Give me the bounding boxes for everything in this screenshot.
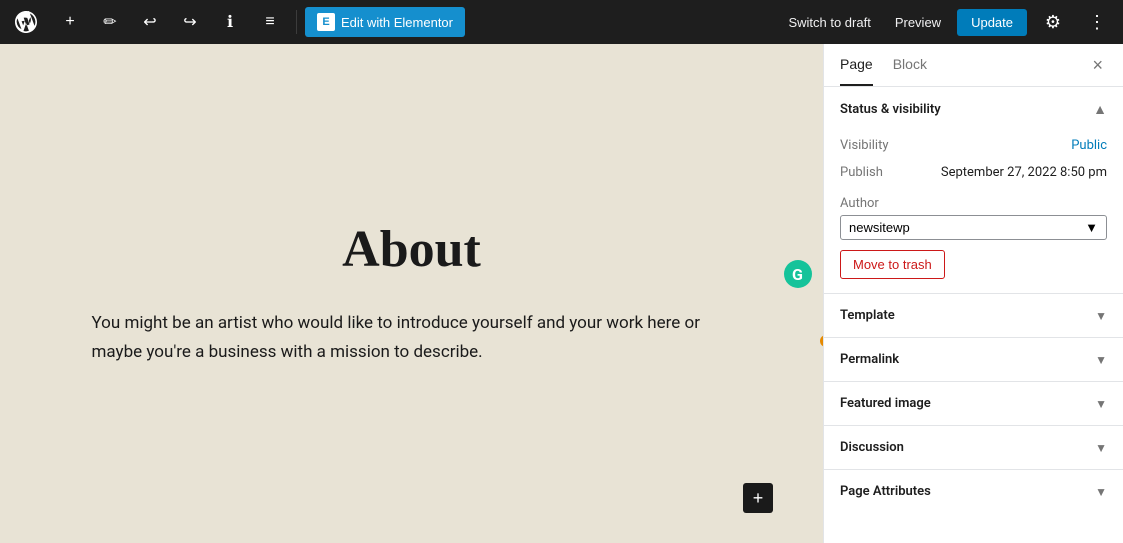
visibility-label: Visibility — [840, 138, 889, 153]
publish-label: Publish — [840, 165, 883, 180]
template-section-header[interactable]: Template ▼ — [824, 294, 1123, 338]
visibility-row: Visibility Public — [840, 132, 1107, 159]
list-view-button[interactable]: ≡ — [252, 4, 288, 40]
page-attributes-title: Page Attributes — [840, 484, 931, 499]
switch-to-draft-button[interactable]: Switch to draft — [780, 11, 878, 34]
author-section: Author newsitewp ▼ — [840, 192, 1107, 240]
add-block-toolbar-button[interactable]: + — [52, 4, 88, 40]
elementor-button-label: Edit with Elementor — [341, 15, 453, 30]
toolbar-divider — [296, 10, 297, 34]
discussion-title: Discussion — [840, 440, 904, 455]
permalink-chevron: ▼ — [1095, 353, 1107, 367]
status-visibility-content: Visibility Public Publish September 27, … — [824, 132, 1123, 293]
tab-page[interactable]: Page — [840, 44, 873, 86]
publish-value[interactable]: September 27, 2022 8:50 pm — [941, 165, 1107, 180]
status-visibility-title: Status & visibility — [840, 102, 941, 117]
move-to-trash-button[interactable]: Move to trash — [840, 250, 945, 279]
author-label: Author — [840, 196, 879, 211]
featured-image-section-header[interactable]: Featured image ▼ — [824, 382, 1123, 426]
discussion-section-header[interactable]: Discussion ▼ — [824, 426, 1123, 470]
page-attributes-chevron: ▼ — [1095, 485, 1107, 499]
more-options-button[interactable]: ⋮ — [1079, 4, 1115, 40]
settings-button[interactable]: ⚙ — [1035, 4, 1071, 40]
page-attributes-section-header[interactable]: Page Attributes ▼ — [824, 470, 1123, 513]
undo-button[interactable]: ↩ — [132, 4, 168, 40]
toolbar-right: Switch to draft Preview Update ⚙ ⋮ — [780, 4, 1115, 40]
page-body-text[interactable]: You might be an artist who would like to… — [92, 309, 732, 367]
grammarly-icon: G — [784, 260, 812, 288]
status-visibility-section: Status & visibility ▲ Visibility Public … — [824, 87, 1123, 294]
wordpress-logo[interactable] — [8, 4, 44, 40]
sidebar-panel: Page Block × Status & visibility ▲ Visib… — [823, 44, 1123, 543]
tab-block[interactable]: Block — [893, 44, 927, 86]
sidebar-close-button[interactable]: × — [1088, 51, 1107, 80]
info-button[interactable]: ℹ — [212, 4, 248, 40]
status-visibility-header[interactable]: Status & visibility ▲ — [824, 87, 1123, 132]
add-block-canvas-button[interactable]: + — [743, 483, 773, 513]
permalink-title: Permalink — [840, 352, 899, 367]
editor-canvas[interactable]: About You might be an artist who would l… — [0, 44, 823, 543]
template-title: Template — [840, 308, 895, 323]
featured-image-chevron: ▼ — [1095, 397, 1107, 411]
permalink-section-header[interactable]: Permalink ▼ — [824, 338, 1123, 382]
author-select[interactable]: newsitewp ▼ — [840, 215, 1107, 240]
sidebar-tabs: Page Block × — [824, 44, 1123, 87]
author-select-chevron: ▼ — [1085, 220, 1098, 235]
redo-button[interactable]: ↪ — [172, 4, 208, 40]
page-content-area: About You might be an artist who would l… — [72, 180, 752, 407]
orange-dot-indicator — [820, 335, 824, 347]
page-title[interactable]: About — [92, 220, 732, 279]
template-chevron: ▼ — [1095, 309, 1107, 323]
discussion-chevron: ▼ — [1095, 441, 1107, 455]
status-visibility-chevron: ▲ — [1093, 101, 1107, 118]
elementor-icon: E — [317, 13, 335, 31]
publish-row: Publish September 27, 2022 8:50 pm — [840, 159, 1107, 186]
edit-with-elementor-button[interactable]: E Edit with Elementor — [305, 7, 465, 37]
author-select-value: newsitewp — [849, 220, 910, 235]
toolbar-left: + ✏ ↩ ↪ ℹ ≡ E Edit with Elementor — [8, 4, 465, 40]
visibility-value[interactable]: Public — [1071, 138, 1107, 153]
main-area: About You might be an artist who would l… — [0, 44, 1123, 543]
pen-button[interactable]: ✏ — [92, 4, 128, 40]
toolbar: + ✏ ↩ ↪ ℹ ≡ E Edit with Elementor Switch… — [0, 0, 1123, 44]
preview-button[interactable]: Preview — [887, 11, 949, 34]
update-button[interactable]: Update — [957, 9, 1027, 36]
featured-image-title: Featured image — [840, 396, 931, 411]
